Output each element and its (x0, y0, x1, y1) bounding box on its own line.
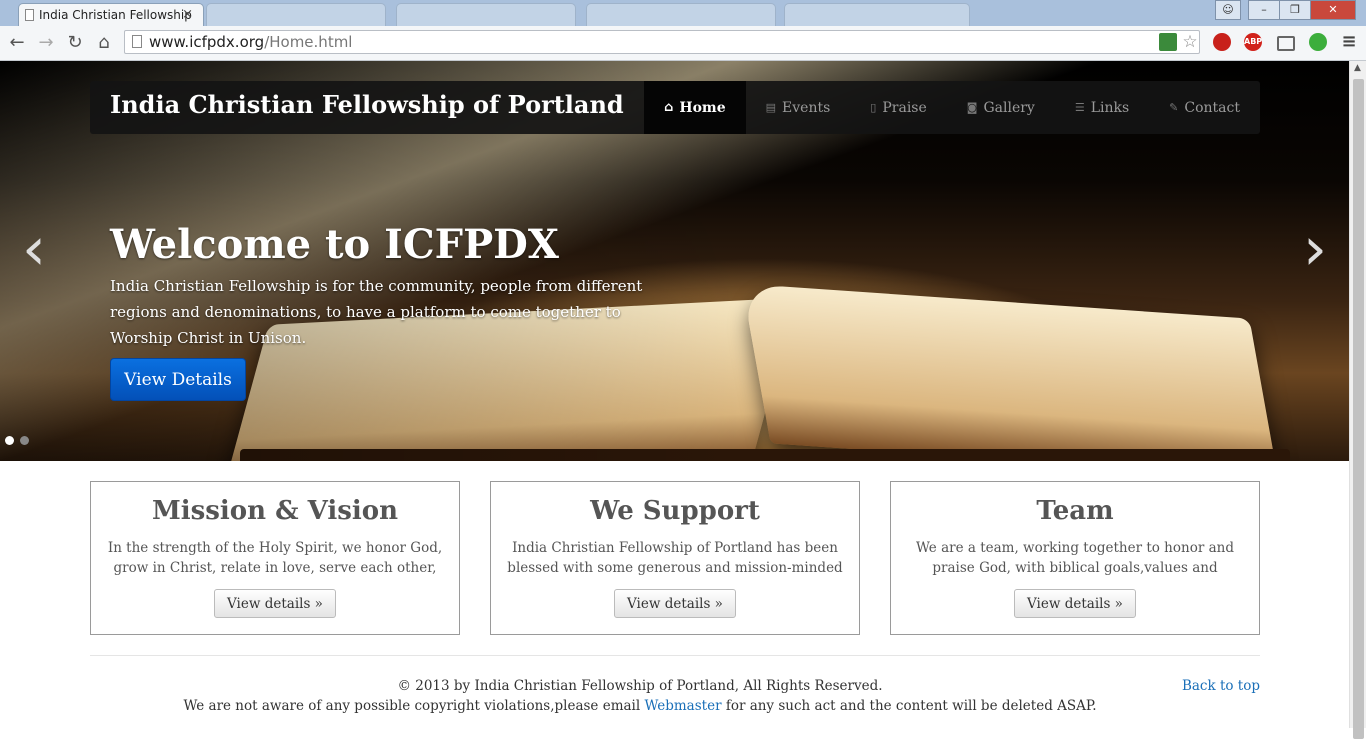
scroll-up-icon[interactable]: ▲ (1354, 63, 1361, 73)
tab-close-icon[interactable]: × (182, 7, 193, 22)
feature-we-support: We Support India Christian Fellowship of… (490, 481, 860, 635)
user-profile-icon[interactable]: ☺ (1215, 0, 1241, 20)
browser-toolbar: ← → ↻ ⌂ www.icfpdx.org/Home.html ☆ ABP ≡ (0, 26, 1366, 61)
nav-label: Events (782, 99, 831, 116)
evernote-icon[interactable] (1309, 33, 1327, 51)
carousel-prev-icon[interactable]: ‹ (22, 219, 46, 279)
back-arrow-icon[interactable]: ← (5, 31, 29, 55)
browser-tab[interactable] (784, 3, 970, 26)
home-icon: ⌂ (664, 100, 674, 115)
scrollbar-thumb[interactable] (1353, 79, 1364, 739)
footer-notice-text: for any such act and the content will be… (721, 698, 1097, 714)
hero-text: India Christian Fellowship is for the co… (110, 277, 643, 347)
browser-tab[interactable] (586, 3, 776, 26)
footer-divider (90, 655, 1260, 656)
footer-notice: We are not aware of any possible copyrig… (0, 698, 1280, 714)
webmaster-link[interactable]: Webmaster (644, 698, 721, 714)
feature-text: We are a team, working together to honor… (916, 540, 1234, 576)
list-icon: ▤ (765, 101, 777, 114)
forward-arrow-icon[interactable]: → (34, 31, 58, 55)
minimize-button[interactable]: – (1248, 0, 1280, 20)
home-icon[interactable]: ⌂ (92, 31, 116, 55)
feature-text: In the strength of the Holy Spirit, we h… (107, 540, 443, 576)
footer-copyright: © 2013 by India Christian Fellowship of … (397, 678, 883, 694)
feature-title: We Support (590, 496, 760, 526)
nav-contact[interactable]: ✎ Contact (1149, 81, 1260, 134)
camera-icon: ◙ (966, 101, 978, 114)
feature-text: India Christian Fellowship of Portland h… (507, 540, 843, 576)
carousel-indicator[interactable] (20, 436, 29, 445)
browser-tab-label: India Christian Fellowship (39, 8, 192, 22)
site-navbar: India Christian Fellowship of Portland ⌂… (90, 81, 1260, 134)
pencil-icon: ✎ (1169, 101, 1179, 114)
menu-icon[interactable]: ≡ (1340, 33, 1358, 51)
site-nav-links: ⌂ Home ▤ Events ▯ Praise ◙ Gallery ☰ Links ✎ C… (644, 81, 1260, 134)
nav-events[interactable]: ▤ Events (746, 81, 851, 134)
feature-title: Team (1036, 496, 1114, 526)
browser-tab-active[interactable]: India Christian Fellowship × (18, 3, 204, 26)
nav-label: Gallery (983, 99, 1035, 116)
address-bar[interactable]: www.icfpdx.org/Home.html (124, 30, 1200, 54)
view-details-button[interactable]: View details » (614, 589, 736, 618)
url-host: www.icfpdx.org (149, 33, 265, 51)
view-details-button[interactable]: View details » (1014, 589, 1136, 618)
adblock-icon[interactable]: ABP (1244, 33, 1262, 51)
feature-title: Mission & Vision (152, 496, 398, 526)
bookmark-star-icon[interactable]: ☆ (1181, 33, 1199, 51)
hero-caption: Welcome to ICFPDX India Christian Fellow… (110, 221, 670, 351)
nav-label: Links (1090, 99, 1130, 116)
view-details-button[interactable]: View details » (214, 589, 336, 618)
back-to-top-link[interactable]: Back to top (1182, 678, 1260, 694)
nav-label: Praise (882, 99, 927, 116)
nav-gallery[interactable]: ◙ Gallery (947, 81, 1055, 134)
nav-label: Home (679, 99, 726, 116)
nav-praise[interactable]: ▯ Praise (850, 81, 946, 134)
hero-title: Welcome to ICFPDX (110, 221, 559, 268)
footer-notice-text: We are not aware of any possible copyrig… (183, 698, 645, 714)
browser-tab-strip: India Christian Fellowship × ☺ – ❐ ✕ (0, 0, 1366, 26)
carousel-indicator-active[interactable] (5, 436, 14, 445)
window-controls: ☺ – ❐ ✕ (1215, 0, 1356, 20)
maximize-button[interactable]: ❐ (1279, 0, 1311, 20)
list-icon: ☰ (1074, 101, 1085, 114)
nav-home[interactable]: ⌂ Home (644, 81, 746, 134)
extension-shield-icon[interactable] (1159, 33, 1177, 51)
carousel-next-icon[interactable]: › (1303, 219, 1327, 279)
browser-tab[interactable] (206, 3, 386, 26)
nav-label: Contact (1184, 99, 1240, 116)
page-icon (132, 35, 142, 48)
hero-carousel: India Christian Fellowship of Portland ⌂… (0, 61, 1349, 461)
window-close-button[interactable]: ✕ (1310, 0, 1356, 20)
carousel-indicators (5, 436, 35, 445)
book-icon: ▯ (870, 101, 877, 114)
stop-extension-icon[interactable] (1213, 33, 1231, 51)
reload-icon[interactable]: ↻ (63, 31, 87, 55)
feature-mission-vision: Mission & Vision In the strength of the … (90, 481, 460, 635)
page-favicon-icon (25, 9, 34, 21)
nav-links[interactable]: ☰ Links (1055, 81, 1149, 134)
browser-tab[interactable] (396, 3, 576, 26)
url-path: /Home.html (264, 33, 353, 51)
cast-icon[interactable] (1277, 36, 1295, 51)
page-scrollbar[interactable]: ▲ (1349, 61, 1366, 739)
site-brand[interactable]: India Christian Fellowship of Portland (110, 90, 624, 119)
feature-team: Team We are a team, working together to … (890, 481, 1260, 635)
view-details-button[interactable]: View Details (110, 358, 246, 401)
